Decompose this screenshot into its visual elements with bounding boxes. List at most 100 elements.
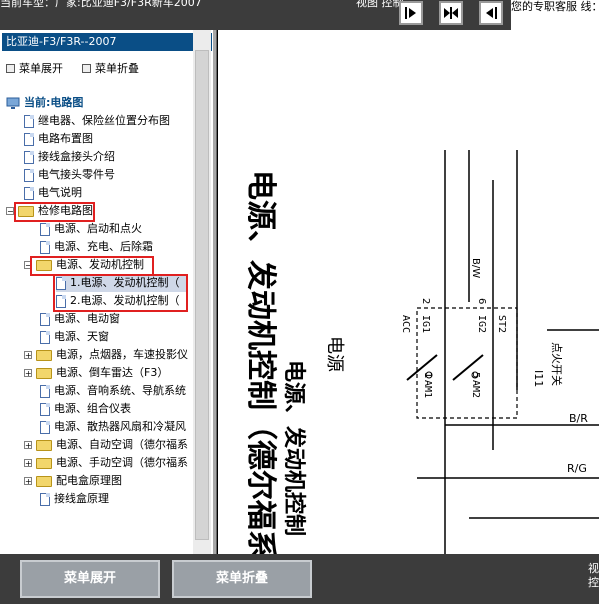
tree-item-auto-ac[interactable]: + 电源、自动空调（德尔福系 xyxy=(24,436,188,454)
pin-label-st2: ST2 xyxy=(496,315,507,333)
pin-label-acc: ACC xyxy=(400,315,411,333)
scrollbar-thumb[interactable] xyxy=(195,50,209,540)
menu-tree: 当前:电路图 继电器、保险丝位置分布图 电路布置图 接线盒接头介绍 电气接头零件… xyxy=(0,96,188,554)
tree-label: 接线盒接头介绍 xyxy=(38,150,115,163)
wire-label-br: B/R xyxy=(569,412,588,425)
prev-page-button[interactable] xyxy=(479,1,503,25)
folder-icon xyxy=(36,457,52,469)
top-bar: 当前车型：厂家:比亚迪F3/F3R新车2007 视图 控制 您的专职客服 线：0… xyxy=(0,0,599,30)
folder-icon xyxy=(36,439,52,451)
document-icon xyxy=(40,492,50,506)
tree-item-radiator-fan[interactable]: 电源、散热器风扇和冷凝风 xyxy=(40,418,186,436)
tree-label: 电源、手动空调（德尔福系 xyxy=(56,456,188,469)
tree-item-audio-nav[interactable]: 电源、音响系统、导航系统 xyxy=(40,382,186,400)
tree-label: 电气接头零件号 xyxy=(38,168,115,181)
tree-item-start-ignition[interactable]: 电源、启动和点火 xyxy=(40,220,142,238)
wire-label-rg: R/G xyxy=(567,462,587,475)
diagram-title: 电源、发动机控制（德尔福系统） xyxy=(243,170,278,554)
tree-item-cigarette-lighter[interactable]: + 电源，点烟器，车速投影仪 xyxy=(24,346,188,364)
expand-toggle-icon[interactable]: + xyxy=(24,459,32,468)
folder-icon xyxy=(36,367,52,379)
pin-number-5: 5 xyxy=(470,372,481,378)
sidebar-scrollbar[interactable] xyxy=(193,30,211,554)
document-icon xyxy=(24,186,34,200)
expand-toggle-icon[interactable]: + xyxy=(24,351,32,360)
pin-label-ig2: IG2 xyxy=(476,315,487,333)
expand-toggle-icon[interactable]: + xyxy=(24,441,32,450)
wire-label-bw: B/W xyxy=(470,258,481,278)
highlight-box-engine-control xyxy=(30,256,154,276)
pin-label-am2: AM2 xyxy=(470,380,481,398)
tree-label: 电源，点烟器，车速投影仪 xyxy=(56,348,188,361)
document-icon xyxy=(24,114,34,128)
tree-item-electrical-notes[interactable]: 电气说明 xyxy=(24,184,82,202)
menu-expand-label: 菜单展开 xyxy=(19,62,63,75)
document-icon xyxy=(40,420,50,434)
tree-item-relays[interactable]: 继电器、保险丝位置分布图 xyxy=(24,112,170,130)
tree-item-instrument-cluster[interactable]: 电源、组合仪表 xyxy=(40,400,131,418)
collapse-box-icon xyxy=(82,63,91,73)
tree-item-junction-box[interactable]: 接线盒原理 xyxy=(40,490,109,508)
folder-icon xyxy=(36,349,52,361)
menu-expand-link[interactable]: 菜单展开 xyxy=(6,60,63,76)
tree-item-layout[interactable]: 电路布置图 xyxy=(24,130,93,148)
document-icon xyxy=(24,168,34,182)
tree-item-parking-radar[interactable]: + 电源、倒车雷达（F3） xyxy=(24,364,168,382)
wiring-diagram: 电源、发动机控制（德尔福系统） 电源、发动机控制 电源 ACC IG1 IG2 … xyxy=(217,30,599,554)
tree-item-manual-ac[interactable]: + 电源、手动空调（德尔福系 xyxy=(24,454,188,472)
expand-toggle-icon[interactable]: + xyxy=(24,477,32,486)
expand-toggle-icon[interactable]: + xyxy=(24,369,32,378)
tree-label: 电源、自动空调（德尔福系 xyxy=(56,438,188,451)
tree-label: 电源、音响系统、导航系统 xyxy=(54,384,186,397)
fit-page-button[interactable] xyxy=(439,1,463,25)
wiring-diagram-viewer[interactable]: 电源、发动机控制（德尔福系统） 电源、发动机控制 电源 ACC IG1 IG2 … xyxy=(216,30,599,554)
document-icon xyxy=(40,384,50,398)
menu-expand-button[interactable]: 菜单展开 xyxy=(20,560,160,598)
pin-number-6: 6 xyxy=(476,298,487,304)
tree-item-sunroof[interactable]: 电源、天窗 xyxy=(40,328,109,346)
diagram-subtitle: 电源、发动机控制 xyxy=(281,360,307,536)
expand-box-icon xyxy=(6,63,15,73)
tree-label: 电源、天窗 xyxy=(54,330,109,343)
tree-label: 电气说明 xyxy=(38,186,82,199)
fit-width-icon xyxy=(444,7,458,19)
document-icon xyxy=(24,150,34,164)
tree-label: 接线盒原理 xyxy=(54,492,109,505)
document-icon xyxy=(40,240,50,254)
tree-label: 电源、启动和点火 xyxy=(54,222,142,235)
tree-label: 电路布置图 xyxy=(38,132,93,145)
next-page-button[interactable] xyxy=(399,1,423,25)
pin-number-1: 1 xyxy=(422,372,433,378)
pin-number-2: 2 xyxy=(420,298,431,304)
pin-label-am1: AM1 xyxy=(422,380,433,398)
document-icon xyxy=(40,330,50,344)
menu-collapse-link[interactable]: 菜单折叠 xyxy=(82,60,139,76)
tree-item-current[interactable]: 当前:电路图 xyxy=(6,96,83,112)
document-icon xyxy=(40,312,50,326)
tree-item-distribution-box[interactable]: + 配电盒原理图 xyxy=(24,472,122,490)
arrow-left-icon xyxy=(486,7,497,19)
tree-label: 继电器、保险丝位置分布图 xyxy=(38,114,170,127)
footer-bar: 菜单展开 菜单折叠 视 控 xyxy=(0,554,599,604)
tree-item-connector-parts[interactable]: 电气接头零件号 xyxy=(24,166,115,184)
customer-service-info: 您的专职客服 线：028-870381 xyxy=(511,0,599,30)
tree-label: 电源、散热器风扇和冷凝风 xyxy=(54,420,186,433)
document-icon xyxy=(24,132,34,146)
switch-name-label: 点火开关 xyxy=(550,342,564,386)
switch-id-label: I11 xyxy=(532,370,545,387)
tree-item-charging[interactable]: 电源、充电、后除霜 xyxy=(40,238,153,256)
tree-item-junction[interactable]: 接线盒接头介绍 xyxy=(24,148,115,166)
menu-collapse-label: 菜单折叠 xyxy=(95,62,139,75)
tree-label: 配电盒原理图 xyxy=(56,474,122,487)
highlight-box-repair-diagrams xyxy=(14,202,95,222)
tree-label: 当前:电路图 xyxy=(24,96,84,109)
folder-icon xyxy=(36,475,52,487)
footer-right-label: 视 控 xyxy=(588,562,599,589)
document-icon xyxy=(40,402,50,416)
tree-label: 电源、充电、后除霜 xyxy=(54,240,153,253)
monitor-icon xyxy=(6,97,20,109)
menu-collapse-button[interactable]: 菜单折叠 xyxy=(172,560,312,598)
collapse-toggle-icon[interactable]: − xyxy=(6,207,14,216)
view-control-label: 视图 控制 xyxy=(356,0,404,9)
tree-item-power-window[interactable]: 电源、电动窗 xyxy=(40,310,120,328)
